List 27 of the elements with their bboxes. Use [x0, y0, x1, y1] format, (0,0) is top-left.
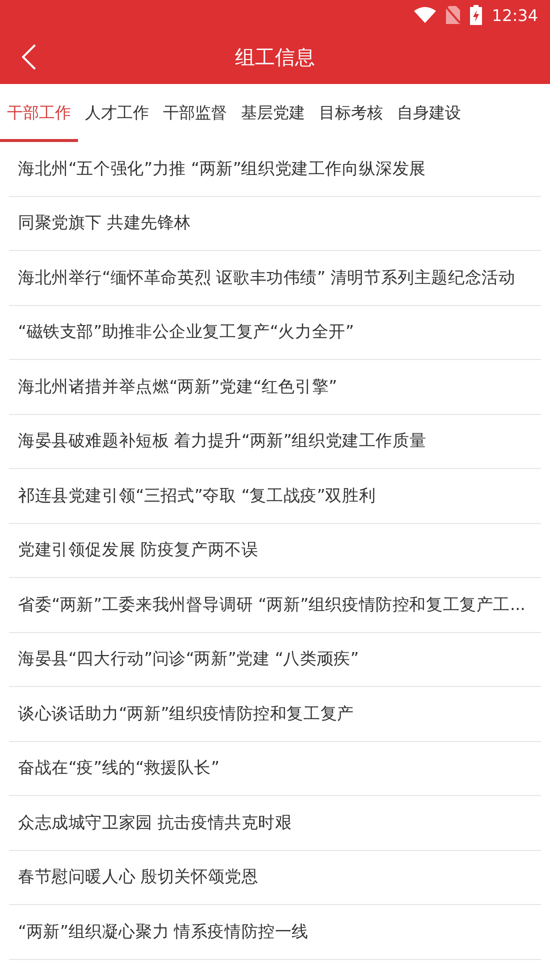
article-title[interactable]: 众志成城守卫家园 抗击疫情共克时艰 — [18, 812, 292, 834]
back-icon — [22, 44, 36, 70]
article-title[interactable]: 海北州举行“缅怀革命英烈 讴歌丰功伟绩” 清明节系列主题纪念活动 — [18, 266, 516, 289]
no-sim-icon — [446, 6, 460, 24]
article-title[interactable]: 祁连县党建引领“三招式”夺取 “复工战疫”双胜利 — [18, 484, 376, 507]
article-title[interactable]: 党建引领促发展 防疫复产两不误 — [18, 539, 258, 562]
article-title[interactable]: 春节慰问暖人心 殷切关怀颂党恩 — [18, 866, 258, 888]
page-title: 组工信息 — [235, 44, 315, 70]
article-title[interactable]: 省委“两新”工委来我州督导调研 “两新”组织疫情防控和复工复产工... — [18, 594, 526, 616]
article-title[interactable]: 奋战在“疫”线的“救援队长” — [18, 757, 220, 780]
battery-charging-icon — [470, 5, 482, 25]
article-title[interactable]: 谈心谈话助力“两新”组织疫情防控和复工复产 — [18, 702, 354, 725]
article-title[interactable]: 海北州“五个强化”力推 “两新”组织党建工作向纵深发展 — [18, 158, 426, 180]
article-title[interactable]: 海北州诸措并举点燃“两新”党建“红色引擎” — [18, 376, 337, 398]
article-title[interactable]: 海晏县“四大行动”问诊“两新”党建 “八类顽疾” — [18, 648, 359, 670]
category-tab[interactable]: 自身建设 — [390, 84, 468, 142]
article-title[interactable]: 海晏县破难题补短板 着力提升“两新”组织党建工作质量 — [18, 430, 426, 452]
wifi-icon — [414, 7, 436, 23]
category-tab[interactable]: 人才工作 — [78, 84, 156, 142]
article-title[interactable]: “磁铁支部”助推非公企业复工复产“火力全开” — [18, 321, 354, 344]
category-tab[interactable]: 目标考核 — [312, 84, 390, 142]
category-tab[interactable]: 基层党建 — [234, 84, 312, 142]
category-tab[interactable]: 干部工作 — [0, 84, 78, 142]
status-time: 12:34 — [492, 6, 538, 24]
article-title[interactable]: 同聚党旗下 共建先锋林 — [18, 212, 192, 234]
category-tab[interactable]: 干部监督 — [156, 84, 234, 142]
article-title[interactable]: “两新”组织凝心聚力 情系疫情防控一线 — [18, 920, 309, 943]
